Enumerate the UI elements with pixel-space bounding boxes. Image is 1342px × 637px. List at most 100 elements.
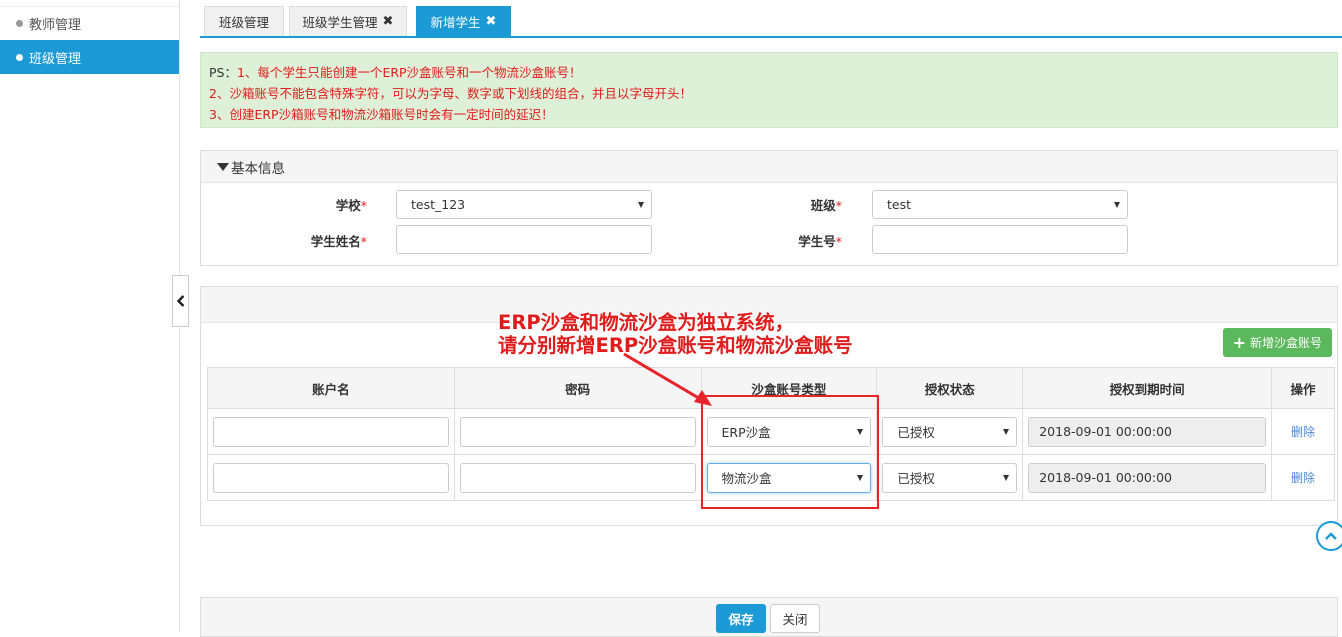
delete-link[interactable]: 删除 xyxy=(1277,469,1329,486)
table-cell: 2018-09-01 00:00:00 xyxy=(1022,408,1273,455)
table-cell: 2018-09-01 00:00:00 xyxy=(1022,454,1273,501)
school-label: 学校* xyxy=(247,195,367,214)
basic-info-panel: 基本信息 学校* test_123 班级* test 学生姓名* 学生号* xyxy=(200,150,1338,266)
sandbox-type-value: ERP沙盒 xyxy=(721,425,771,440)
class-label-text: 班级 xyxy=(810,198,836,213)
save-button[interactable]: 保存 xyxy=(716,604,766,633)
table-cell: 已授权 xyxy=(876,408,1024,455)
tab-label: 新增学生 xyxy=(430,15,481,30)
password-input[interactable] xyxy=(459,462,696,493)
expiry-time-field: 2018-09-01 00:00:00 xyxy=(1028,462,1267,493)
add-sandbox-account-label: 新增沙盒账号 xyxy=(1249,336,1322,350)
column-header: 账户名 xyxy=(207,367,455,409)
password-input[interactable] xyxy=(459,416,696,447)
chevron-left-icon xyxy=(176,295,184,307)
delete-link[interactable]: 删除 xyxy=(1277,423,1329,440)
sidebar-item-class-management[interactable]: 班级管理 xyxy=(0,40,179,74)
table-cell xyxy=(207,408,455,455)
required-mark: * xyxy=(360,198,367,213)
scroll-to-top-button[interactable] xyxy=(1316,521,1342,551)
table-row: 物流沙盒 已授权 2018-09-01 00:00:00 删除 xyxy=(207,454,1335,501)
sidebar-collapse-button[interactable] xyxy=(172,275,189,327)
student-number-label: 学生号* xyxy=(722,231,842,250)
close-button[interactable]: 关闭 xyxy=(770,604,820,633)
class-select-value: test xyxy=(887,197,912,212)
sandbox-type-select[interactable]: 物流沙盒 xyxy=(706,462,872,493)
table-cell xyxy=(453,408,702,455)
sidebar-item-label: 教师管理 xyxy=(29,18,82,33)
table-cell: ERP沙盒 xyxy=(700,408,878,455)
notice-line: 3、创建ERP沙箱账号和物流沙箱账号时会有一定时间的延迟！ xyxy=(209,107,554,122)
account-name-input[interactable] xyxy=(213,462,449,493)
auth-status-value: 已授权 xyxy=(897,471,935,486)
chevron-up-icon xyxy=(1325,532,1337,540)
account-name-input[interactable] xyxy=(213,416,449,447)
table-cell: 物流沙盒 xyxy=(700,454,878,501)
sidebar: 教师管理 班级管理 xyxy=(0,0,180,632)
notice-line: 1、每个学生只能创建一个ERP沙盒账号和一个物流沙盒账号！ xyxy=(236,65,582,80)
bullet-icon xyxy=(16,53,23,61)
expiry-time-field: 2018-09-01 00:00:00 xyxy=(1028,416,1267,447)
class-label: 班级* xyxy=(722,195,842,214)
sidebar-item-label: 班级管理 xyxy=(29,51,82,67)
plus-icon: + xyxy=(1232,333,1246,352)
tab-class-student-management[interactable]: 班级学生管理 ✖ xyxy=(289,6,407,36)
notice-line: 2、沙箱账号不能包含特殊字符，可以为字母、数字或下划线的组合，并且以字母开头！ xyxy=(209,86,692,101)
tab-label: 班级学生管理 xyxy=(302,15,378,30)
dropdown-caret-icon xyxy=(1003,474,1010,481)
auth-status-value: 已授权 xyxy=(897,425,935,440)
column-header: 操作 xyxy=(1271,367,1335,409)
tab-class-management[interactable]: 班级管理 xyxy=(204,6,284,36)
table-cell: 删除 xyxy=(1271,454,1335,501)
triangle-down-icon xyxy=(217,162,229,171)
annotation-arrow-icon xyxy=(623,352,712,406)
column-header: 授权状态 xyxy=(876,367,1024,409)
school-label-text: 学校 xyxy=(335,198,361,213)
required-mark: * xyxy=(360,234,367,249)
sandbox-accounts-table: 账户名 密码 沙盒账号类型 授权状态 授权到期时间 操作 ERP沙盒 已授权 2… xyxy=(207,367,1335,501)
column-header: 授权到期时间 xyxy=(1022,367,1273,409)
required-mark: * xyxy=(835,198,842,213)
student-name-input[interactable] xyxy=(396,225,652,254)
dropdown-caret-icon xyxy=(638,202,644,208)
bullet-icon xyxy=(16,20,23,27)
auth-status-select[interactable]: 已授权 xyxy=(882,416,1018,447)
sandbox-type-select[interactable]: ERP沙盒 xyxy=(706,416,872,447)
annotation-line: ERP沙盒和物流沙盒为独立系统， xyxy=(498,311,795,334)
basic-info-header[interactable]: 基本信息 xyxy=(201,151,1337,183)
sandbox-type-value: 物流沙盒 xyxy=(721,471,772,486)
school-select[interactable]: test_123 xyxy=(396,190,652,219)
table-cell xyxy=(453,454,702,501)
school-select-value: test_123 xyxy=(411,197,466,212)
dropdown-caret-icon xyxy=(1114,202,1120,208)
class-select[interactable]: test xyxy=(872,190,1128,219)
dropdown-caret-icon xyxy=(1003,428,1010,435)
table-cell: 删除 xyxy=(1271,408,1335,455)
dropdown-caret-icon xyxy=(857,474,864,481)
student-name-label-text: 学生姓名 xyxy=(310,234,361,249)
close-icon[interactable]: ✖ xyxy=(383,14,394,29)
tab-bar: 班级管理 班级学生管理 ✖ 新增学生 ✖ xyxy=(200,6,1342,38)
table-cell xyxy=(207,454,455,501)
student-name-label: 学生姓名* xyxy=(247,231,367,250)
dropdown-caret-icon xyxy=(857,428,864,435)
student-number-input[interactable] xyxy=(872,225,1128,254)
student-number-label-text: 学生号 xyxy=(798,234,836,249)
expiry-time-value: 2018-09-01 00:00:00 xyxy=(1039,424,1172,439)
required-mark: * xyxy=(835,234,842,249)
column-header: 沙盒账号类型 xyxy=(700,367,878,409)
tab-label: 班级管理 xyxy=(218,15,269,30)
close-icon[interactable]: ✖ xyxy=(486,14,497,29)
add-sandbox-account-button[interactable]: + 新增沙盒账号 xyxy=(1222,328,1332,357)
tab-add-student[interactable]: 新增学生 ✖ xyxy=(416,6,511,36)
auth-status-select[interactable]: 已授权 xyxy=(882,462,1018,493)
notice-alert: PS：1、每个学生只能创建一个ERP沙盒账号和一个物流沙盒账号！ 2、沙箱账号不… xyxy=(200,52,1338,128)
expiry-time-value: 2018-09-01 00:00:00 xyxy=(1039,470,1172,485)
table-header-row: 账户名 密码 沙盒账号类型 授权状态 授权到期时间 操作 xyxy=(207,367,1335,409)
table-cell: 已授权 xyxy=(876,454,1024,501)
sidebar-item-teacher-management[interactable]: 教师管理 xyxy=(0,6,179,40)
basic-info-title: 基本信息 xyxy=(231,160,285,177)
notice-prefix: PS： xyxy=(209,65,237,80)
form-footer: 保存 关闭 xyxy=(200,597,1338,637)
table-row: ERP沙盒 已授权 2018-09-01 00:00:00 删除 xyxy=(207,408,1335,455)
